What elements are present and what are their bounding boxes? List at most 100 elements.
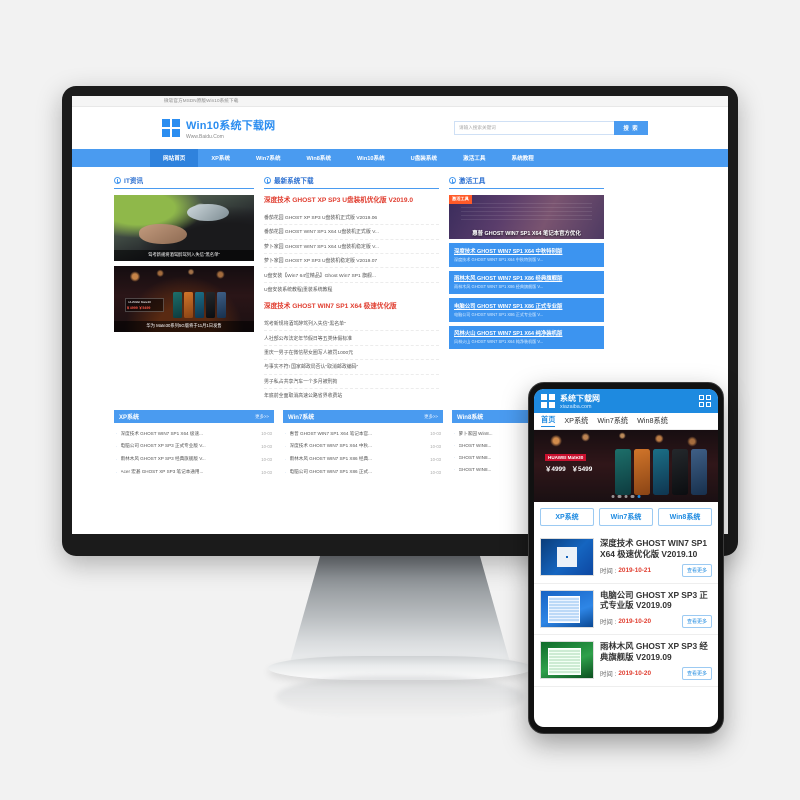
list-item-text: 雨林木风 GHOST WIN7 SP1 X86 经典... xyxy=(289,456,372,462)
download-circle-icon xyxy=(264,176,271,184)
list-item[interactable]: · 雨林木风 GHOST XP SP3 经典旗舰版 V... 10-03 xyxy=(114,453,274,466)
list-item[interactable]: 男子私占共享汽车一个多月被刑拘 xyxy=(264,375,439,389)
list-item[interactable]: 萝卜家园 GHOST WIN7 SP1 X64 U盘装机稳定版 V... xyxy=(264,240,439,255)
bottom-section-header: XP系统 更多>> xyxy=(114,410,274,424)
mobile-tab-2[interactable]: Win8系统 xyxy=(658,508,712,526)
nav-item-4[interactable]: Win10系统 xyxy=(344,149,398,167)
mobile-tab-1[interactable]: Win7系统 xyxy=(599,508,653,526)
nav-item-7[interactable]: 系统教程 xyxy=(498,149,546,167)
list-item[interactable]: 萝卜家园 GHOST XP SP3 U盘装机稳定版 V2019.07 xyxy=(264,254,439,269)
nav-item-5[interactable]: U盘装系统 xyxy=(398,149,450,167)
list-item[interactable]: · 深度技术 GHOST WIN7 SP1 X64 中秋... 10-03 xyxy=(283,440,443,453)
section-title: 最新系统下载 xyxy=(274,178,314,185)
news-card[interactable]: 驾考新规将酒驾醉驾列入失信"黑名单" xyxy=(114,195,254,261)
mobile-nav-item-1[interactable]: XP系统 xyxy=(564,416,588,426)
list-item[interactable]: · 深度技术 GHOST WIN7 SP1 X64 极速... 10-03 xyxy=(114,427,274,440)
banner-dot-0[interactable] xyxy=(611,494,615,498)
monitor-neck xyxy=(289,556,511,666)
more-link[interactable]: 更多>> xyxy=(255,414,269,420)
bottom-section-xp: XP系统 更多>> · 深度技术 GHOST WIN7 SP1 X64 极速...… xyxy=(114,410,274,478)
tool-tag-badge: 激活工具 xyxy=(449,195,472,204)
nav-item-2[interactable]: Win7系统 xyxy=(243,149,294,167)
bullet-icon: · xyxy=(116,469,118,475)
list-item[interactable]: 与事实不符! 国家邮政局否认"取消邮政编码" xyxy=(264,360,439,375)
list-item-date: 10-03 xyxy=(430,456,441,462)
list-item[interactable]: U盘安装系统教程|重装系统教程 xyxy=(264,283,439,296)
mobile-item-title: 深度技术 GHOST WIN7 SP1 X64 极速优化版 V2019.10 xyxy=(600,538,708,559)
bullet-icon: · xyxy=(116,456,118,462)
list-item-date: 10-03 xyxy=(430,443,441,449)
section-title: 激活工具 xyxy=(459,178,486,185)
tool-card-subtitle: 深度技术 GHOST WIN7 SP1 X64 中秋特别版 V... xyxy=(454,256,544,262)
mate30-price-badge: HUAWEI Mate30 ￥4999 ￥5499 xyxy=(125,297,165,313)
activation-tool-card[interactable]: 电脑公司 GHOST WIN7 SP1 X86 正式专业版 电脑公司 GHOST … xyxy=(449,298,604,322)
mate30-device-row xyxy=(614,448,707,495)
mobile-header: 系统下载网 xiazaiba.com xyxy=(534,389,718,413)
list-item[interactable]: · 电脑公司 GHOST WIN7 SP1 X86 正式... 10-03 xyxy=(283,466,443,479)
mobile-item-detail-button[interactable]: 查看更多 xyxy=(681,666,712,680)
list-item[interactable]: 驾考新规将酒驾醉驾列入失信"黑名单" xyxy=(264,317,439,332)
activation-tool-card[interactable]: 深度技术 GHOST WIN7 SP1 X64 中秋特别版 深度技术 GHOST … xyxy=(449,243,604,267)
list-item[interactable]: 年底前全面取消高速公路省界收费站 xyxy=(264,389,439,402)
mobile-banner[interactable]: HUAWEI Mate30 ￥4999 ￥5499 xyxy=(534,430,718,502)
list-item-text: Acer 宏碁 GHOST XP SP3 笔记本通用... xyxy=(120,469,204,475)
nav-item-1[interactable]: XP系统 xyxy=(198,149,243,167)
activation-tool-card[interactable]: 雨林木风 GHOST WIN7 SP1 X86 经典旗舰版 雨林木风 GHOST … xyxy=(449,270,604,295)
more-link[interactable]: 更多>> xyxy=(424,414,438,420)
windows-logo-icon xyxy=(541,394,555,408)
mobile-nav-item-2[interactable]: Win7系统 xyxy=(597,416,628,426)
mobile-tab-0[interactable]: XP系统 xyxy=(540,508,594,526)
bottom-section-title: Win7系统 xyxy=(288,415,315,422)
content-columns: IT资讯 驾考新规将酒驾醉驾列入失信"黑名单" HUAWEI Mate30 ￥49… xyxy=(72,167,728,402)
mobile-item-time-label: 时间 : xyxy=(600,670,617,678)
mobile-brand-name: 系统下载网 xyxy=(560,393,600,403)
news-card-caption: 驾考新规将酒驾醉驾列入失信"黑名单" xyxy=(114,250,254,261)
activation-tool-card[interactable]: 风林火山 GHOST WIN7 SP1 X64 纯净装机版 风林火山 GHOST … xyxy=(449,325,604,350)
news-card[interactable]: HUAWEI Mate30 ￥4999 ￥5499 华为 Mate30系列5G版将… xyxy=(114,266,254,332)
mobile-list-item[interactable]: 深度技术 GHOST WIN7 SP1 X64 极速优化版 V2019.10 时间… xyxy=(534,532,718,584)
section-header-activation-tools: 激活工具 xyxy=(449,175,604,189)
mobile-item-detail-button[interactable]: 查看更多 xyxy=(681,563,712,577)
download-list-primary: 番茄花园 GHOST XP SP3 U盘装机正式版 V2019.06 番茄花园 G… xyxy=(264,211,439,296)
nav-item-0[interactable]: 网站首页 xyxy=(150,149,199,167)
banner-dot-2[interactable] xyxy=(624,494,628,498)
nav-item-3[interactable]: Win8系统 xyxy=(294,149,345,167)
tool-card-subtitle: 电脑公司 GHOST WIN7 SP1 X86 正式专业版 V... xyxy=(454,311,544,317)
search-input[interactable]: 请输入搜索关键词 xyxy=(454,121,614,135)
list-item[interactable]: · Acer 宏碁 GHOST XP SP3 笔记本通用... 10-03 xyxy=(114,466,274,479)
activation-tool-banner[interactable]: 激活工具 惠普 GHOST WIN7 SP1 X64 笔记本官方优化 xyxy=(449,195,604,239)
mobile-item-detail-button[interactable]: 查看更多 xyxy=(681,615,712,628)
list-item[interactable]: 人社部公布法定年节假日等五类休假标准 xyxy=(264,331,439,346)
banner-dot-3[interactable] xyxy=(630,494,635,498)
search-button[interactable]: 搜 索 xyxy=(614,121,648,135)
list-item-text: 深度技术 GHOST WIN7 SP1 X64 极速... xyxy=(120,430,203,436)
phone-frame: 系统下载网 xiazaiba.com 首页 XP系统 Win7系统 Win8系统 HU… xyxy=(528,382,724,734)
mobile-list-item[interactable]: 雨林木风 GHOST XP SP3 经典旗舰版 V2019.09 时间 :2019… xyxy=(534,635,718,687)
mobile-nav-item-3[interactable]: Win8系统 xyxy=(637,416,668,426)
mate30-price-badge: HUAWEI Mate30 ￥4999 ￥5499 xyxy=(545,454,604,473)
bottom-section-title: Win8系统 xyxy=(457,415,484,422)
download-headline[interactable]: 深度技术 GHOST XP SP3 U盘装机优化版 V2019.0 xyxy=(264,197,439,205)
list-item[interactable]: · 雨林木风 GHOST WIN7 SP1 X86 经典... 10-03 xyxy=(283,453,443,466)
list-item[interactable]: 番茄花园 GHOST XP SP3 U盘装机正式版 V2019.06 xyxy=(264,211,439,226)
banner-dots[interactable] xyxy=(611,494,641,498)
nav-item-6[interactable]: 激活工具 xyxy=(450,149,498,167)
site-header: Win10系统下载网 Www.Baidu.Com 请输入搜索关键词 搜 索 xyxy=(72,107,728,149)
mobile-item-time-label: 时间 : xyxy=(600,567,617,575)
list-item-date: 10-03 xyxy=(261,456,272,462)
grid-menu-icon[interactable] xyxy=(699,395,711,407)
list-item[interactable]: 番茄花园 GHOST WIN7 SP1 X64 U盘装机正式版 V... xyxy=(264,225,439,240)
list-item[interactable]: 重庆一男子在微信帮女圈写人被罚1000元 xyxy=(264,346,439,361)
site-logo[interactable]: Win10系统下载网 Www.Baidu.Com xyxy=(162,117,275,140)
mobile-list-item[interactable]: 电脑公司 GHOST XP SP3 正式专业版 V2019.09 时间 :2019… xyxy=(534,584,718,635)
list-item[interactable]: · 电脑公司 GHOST XP SP3 正式专业版 V... 10-03 xyxy=(114,440,274,453)
banner-dot-4[interactable] xyxy=(637,494,641,498)
mobile-nav-item-0[interactable]: 首页 xyxy=(541,415,556,427)
bottom-section-header: Win7系统 更多>> xyxy=(283,410,443,424)
mobile-item-title: 电脑公司 GHOST XP SP3 正式专业版 V2019.09 xyxy=(600,589,708,611)
banner-dot-1[interactable] xyxy=(617,494,622,498)
windowsxp-green-thumb xyxy=(540,641,594,679)
download-headline[interactable]: 深度技术 GHOST WIN7 SP1 X64 极速优化版 xyxy=(264,303,439,311)
list-item[interactable]: · 惠普 GHOST WIN7 SP1 X64 笔记本官... 10-03 xyxy=(283,427,443,440)
list-item[interactable]: U盘安装【Win7 64位精品】Ghost Win7 SP1 旗舰... xyxy=(264,268,439,283)
